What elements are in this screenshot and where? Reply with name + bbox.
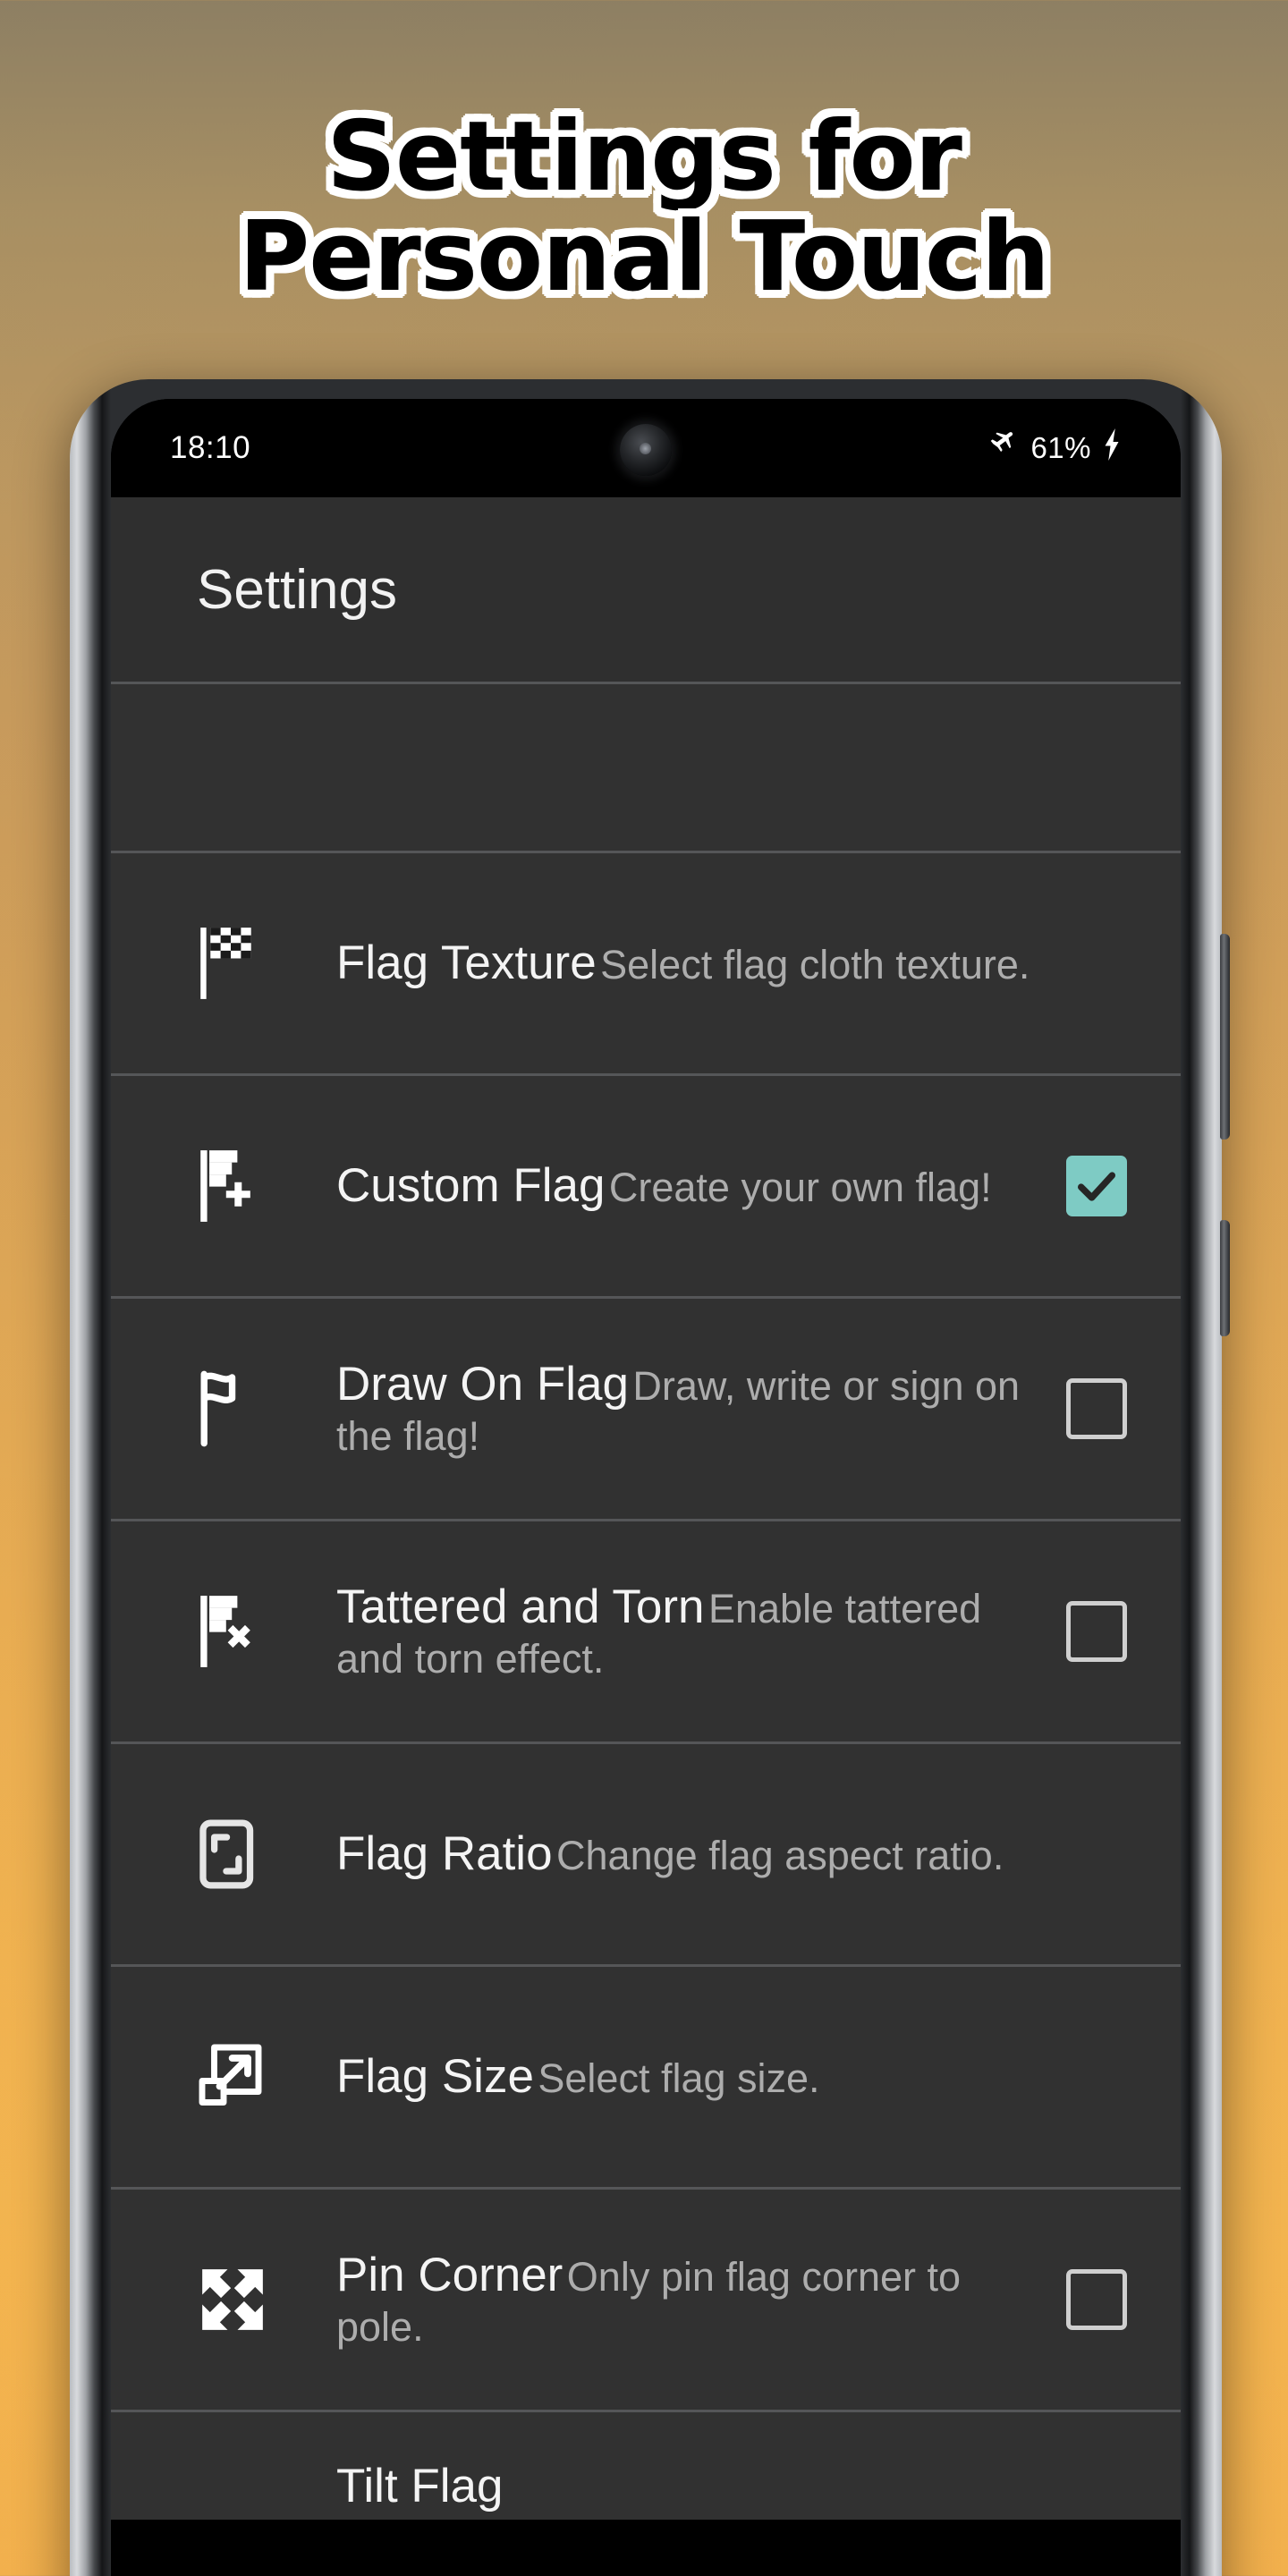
promo-headline: Settings for Personal Touch <box>0 106 1288 314</box>
flag-wavy-outline-icon <box>197 1370 304 1447</box>
checkbox-tattered-and-torn[interactable] <box>1066 1601 1127 1662</box>
settings-row-flag-texture[interactable]: Flag Texture Select flag cloth texture. <box>111 853 1181 1073</box>
settings-row-custom-flag[interactable]: Custom Flag Create your own flag! <box>111 1076 1181 1296</box>
flag-remove-icon <box>197 1593 304 1670</box>
settings-row-title: Custom Flag <box>336 1158 606 1212</box>
phone-screen: 18:10 61% Settings Flag Texture Select f… <box>111 399 1181 2576</box>
check-icon <box>1077 1172 1116 1201</box>
status-bar-indicators: 61% <box>984 428 1122 468</box>
settings-row-title: Flag Ratio <box>336 1826 553 1880</box>
settings-row-pin-corner[interactable]: Pin Corner Only pin flag corner to pole. <box>111 2190 1181 2410</box>
settings-row-title: Tattered and Torn <box>336 1580 705 1633</box>
settings-row-subtitle: Change flag aspect ratio. <box>556 1832 1004 1878</box>
settings-row-tilt-flag[interactable]: Tilt Flag <box>111 2412 1181 2520</box>
phone-device-frame: 18:10 61% Settings Flag Texture Select f… <box>70 379 1230 2576</box>
checkered-flag-icon <box>197 925 304 1002</box>
settings-row-subtitle: Select flag size. <box>538 2055 820 2101</box>
settings-row-text: Tilt Flag <box>304 2459 1127 2515</box>
volume-button[interactable] <box>1220 1220 1230 1336</box>
airplane-mode-icon <box>984 429 1020 467</box>
expand-arrows-icon <box>197 2264 304 2335</box>
battery-percent-label: 61% <box>1030 431 1091 464</box>
status-bar-clock: 18:10 <box>170 430 251 465</box>
settings-row-text: Custom Flag Create your own flag! <box>304 1158 1045 1215</box>
settings-row-text: Tattered and Torn Enable tattered and to… <box>304 1580 1045 1684</box>
settings-row-title: Pin Corner <box>336 2248 564 2301</box>
app-bar: Settings <box>111 497 1181 682</box>
resize-icon <box>197 2039 304 2114</box>
settings-row-title: Tilt Flag <box>336 2460 504 2512</box>
settings-row-text: Flag Size Select flag size. <box>304 2049 1127 2106</box>
page-title: Settings <box>197 558 398 621</box>
settings-row-tattered-and-torn[interactable]: Tattered and Torn Enable tattered and to… <box>111 1521 1181 1741</box>
charging-bolt-icon <box>1102 428 1122 468</box>
settings-row-text: Flag Ratio Change flag aspect ratio. <box>304 1826 1127 1883</box>
list-spacer-row <box>111 684 1181 851</box>
flag-plus-icon <box>197 1148 304 1224</box>
checkbox-draw-on-flag[interactable] <box>1066 1378 1127 1439</box>
settings-row-flag-size[interactable]: Flag Size Select flag size. <box>111 1967 1181 2187</box>
settings-row-subtitle: Select flag cloth texture. <box>600 941 1030 987</box>
front-camera-punch-hole-icon <box>620 424 672 476</box>
settings-row-draw-on-flag[interactable]: Draw On Flag Draw, write or sign on the … <box>111 1299 1181 1519</box>
settings-row-text: Flag Texture Select flag cloth texture. <box>304 936 1127 992</box>
settings-row-text: Pin Corner Only pin flag corner to pole. <box>304 2248 1045 2352</box>
settings-list: Flag Texture Select flag cloth texture. <box>111 682 1181 2520</box>
settings-row-title: Flag Texture <box>336 936 597 989</box>
status-bar: 18:10 61% <box>111 399 1181 497</box>
settings-row-text: Draw On Flag Draw, write or sign on the … <box>304 1357 1045 1462</box>
promo-headline-line1: Settings for <box>326 101 962 213</box>
checkbox-pin-corner[interactable] <box>1066 2269 1127 2330</box>
aspect-ratio-icon <box>197 1817 304 1892</box>
settings-row-title: Flag Size <box>336 2049 534 2103</box>
settings-row-subtitle: Create your own flag! <box>608 1164 992 1210</box>
phone-bezel: 18:10 61% Settings Flag Texture Select f… <box>111 399 1181 2576</box>
power-button[interactable] <box>1220 934 1230 1140</box>
promo-headline-line2: Personal Touch <box>239 201 1050 314</box>
checkbox-custom-flag[interactable] <box>1066 1156 1127 1216</box>
settings-row-title: Draw On Flag <box>336 1357 629 1411</box>
settings-row-flag-ratio[interactable]: Flag Ratio Change flag aspect ratio. <box>111 1744 1181 1964</box>
